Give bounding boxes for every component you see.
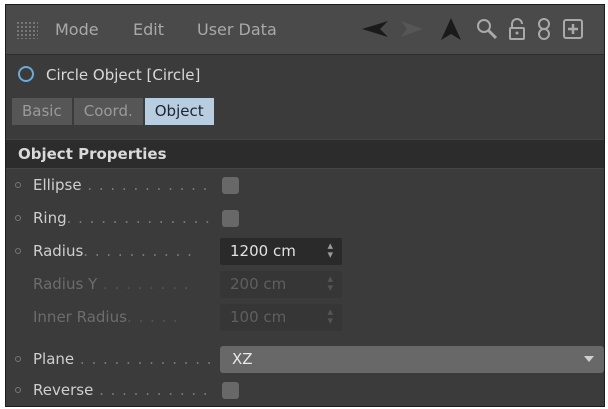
- property-label: Inner Radius. . . . .: [33, 308, 179, 326]
- property-row-radius: Radius. . . . . . . . . . 1200 cm ▴ ▾: [6, 237, 604, 267]
- radius-value: 1200 cm: [230, 242, 296, 260]
- object-header: Circle Object [Circle]: [6, 55, 604, 95]
- tab-coord[interactable]: Coord.: [73, 98, 145, 125]
- keyframe-dot-icon[interactable]: [15, 356, 21, 362]
- ellipse-checkbox[interactable]: [222, 177, 239, 194]
- forward-arrow-icon: [398, 17, 426, 41]
- plane-dropdown[interactable]: XZ: [220, 346, 604, 373]
- property-row-ellipse: Ellipse . . . . . . . . . . .: [6, 171, 604, 201]
- inner-radius-value: 100 cm: [230, 308, 287, 326]
- stepper-arrows-icon[interactable]: ▴ ▾: [327, 240, 333, 260]
- circle-object-icon: [18, 66, 34, 82]
- up-arrow-icon[interactable]: [438, 17, 464, 41]
- reverse-checkbox[interactable]: [222, 382, 239, 399]
- menu-edit[interactable]: Edit: [133, 20, 164, 39]
- property-row-plane: Plane . . . . . . . . . . . . XZ: [6, 345, 604, 375]
- property-row-inner-radius: Inner Radius. . . . . 100 cm ▴ ▾: [6, 303, 604, 333]
- radius-y-input: 200 cm ▴ ▾: [220, 271, 342, 298]
- chevron-down-icon: [584, 356, 594, 362]
- new-window-icon[interactable]: [559, 17, 587, 41]
- property-label: Reverse . . . . . . . . . .: [33, 381, 209, 399]
- property-label: Ring. . . . . . . . . . . . .: [33, 209, 211, 227]
- radius-input[interactable]: 1200 cm ▴ ▾: [220, 238, 342, 265]
- stepper-arrows-icon: ▴ ▾: [327, 272, 333, 294]
- plane-value: XZ: [232, 350, 253, 368]
- attribute-manager-panel: Mode Edit User Data Circle Object [Circl…: [5, 4, 605, 407]
- menu-mode[interactable]: Mode: [55, 20, 99, 39]
- property-label: Radius Y . . . . . . . .: [33, 275, 190, 293]
- object-title: Circle Object [Circle]: [46, 66, 201, 84]
- keyframe-dot-icon[interactable]: [15, 182, 21, 188]
- keyframe-dot-icon[interactable]: [15, 248, 21, 254]
- menubar: Mode Edit User Data: [6, 5, 604, 55]
- keyframe-dot-icon[interactable]: [15, 387, 21, 393]
- radius-y-value: 200 cm: [230, 275, 287, 293]
- property-row-radius-y: Radius Y . . . . . . . . 200 cm ▴ ▾: [6, 270, 604, 300]
- section-title: Object Properties: [18, 145, 167, 163]
- search-icon[interactable]: [474, 17, 500, 41]
- property-label: Ellipse . . . . . . . . . . .: [33, 176, 209, 194]
- menu-user-data[interactable]: User Data: [197, 20, 277, 39]
- inner-radius-input: 100 cm ▴ ▾: [220, 304, 342, 331]
- tab-basic[interactable]: Basic: [12, 98, 74, 125]
- property-label: Radius. . . . . . . . . .: [33, 242, 193, 260]
- back-arrow-icon[interactable]: [358, 17, 392, 41]
- section-header: Object Properties: [6, 139, 604, 169]
- property-row-reverse: Reverse . . . . . . . . . .: [6, 376, 604, 406]
- property-label: Plane . . . . . . . . . . . .: [33, 350, 213, 368]
- lock-icon[interactable]: [505, 17, 529, 41]
- drag-grip-icon[interactable]: [16, 21, 38, 39]
- link-icon[interactable]: [532, 17, 556, 41]
- tab-bar: Basic Coord. Object: [12, 98, 216, 125]
- stepper-arrows-icon: ▴ ▾: [327, 305, 333, 327]
- ring-checkbox[interactable]: [222, 210, 239, 227]
- keyframe-dot-icon[interactable]: [15, 215, 21, 221]
- tab-object[interactable]: Object: [144, 98, 216, 125]
- property-row-ring: Ring. . . . . . . . . . . . .: [6, 204, 604, 234]
